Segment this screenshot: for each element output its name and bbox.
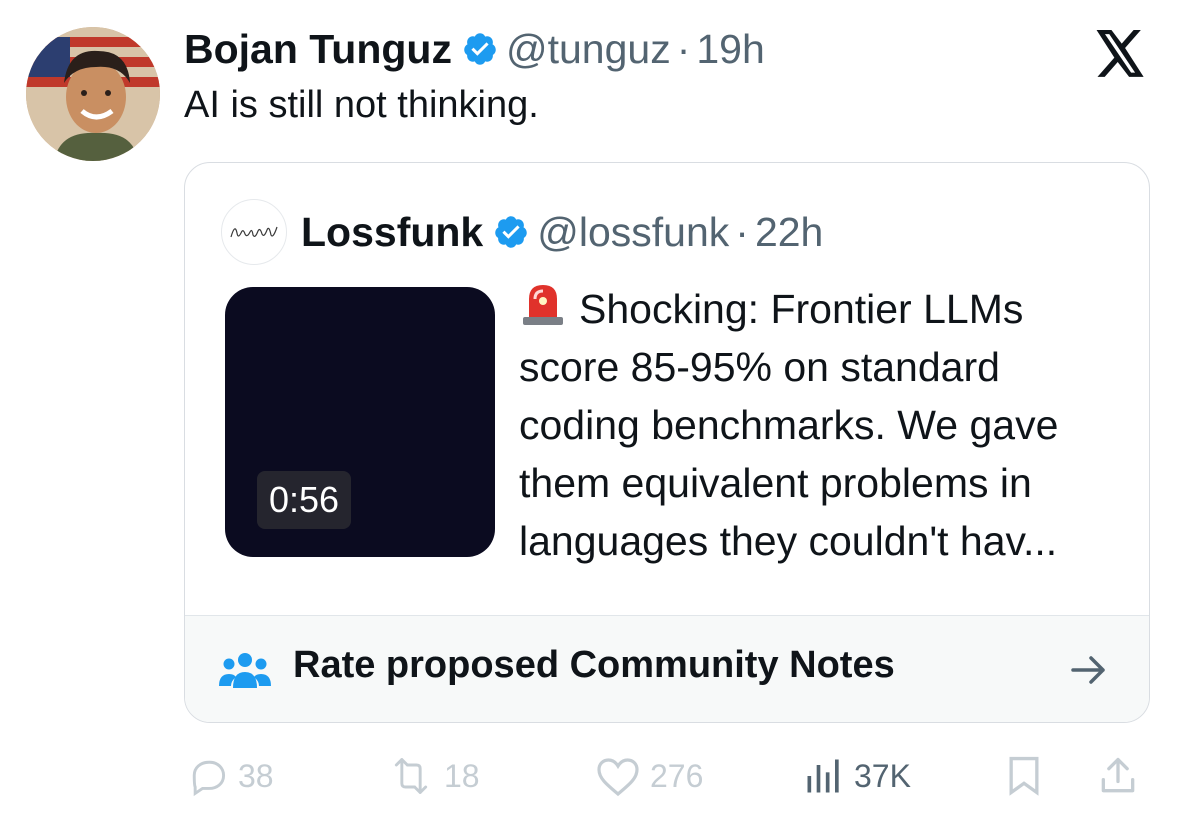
tweet-time[interactable]: 19h [696,26,764,73]
x-logo-icon [1096,30,1144,77]
reply-count: 38 [238,757,274,794]
video-thumbnail[interactable]: 0:56 [225,287,495,557]
views-button[interactable]: 37K [802,748,911,804]
community-icon [219,653,271,688]
quoted-author-avatar[interactable] [221,199,287,265]
author-handle[interactable]: @tunguz [506,26,671,73]
bookmark-button[interactable] [1004,748,1052,804]
lossfunk-logo-icon [230,226,278,238]
tweet-text: AI is still not thinking. [184,84,539,126]
repost-button[interactable]: 18 [386,748,480,804]
community-notes-bar[interactable]: Rate proposed Community Notes [185,615,1149,722]
separator-dot: · [735,208,749,255]
author-avatar[interactable] [26,27,160,161]
tweet-header: Bojan Tunguz @tunguz · 19h [184,24,765,74]
view-count: 37K [854,757,911,794]
verified-badge-icon [464,33,496,65]
community-notes-label: Rate proposed Community Notes [293,644,895,686]
reply-button[interactable]: 38 [186,748,274,804]
like-count: 276 [650,757,704,794]
quoted-tweet-body: Shocking: Frontier LLMs score 85-95% on … [519,286,1059,564]
quoted-tweet-header: Lossfunk @lossfunk · 22h [221,199,823,265]
quoted-author-handle[interactable]: @lossfunk [537,209,729,256]
views-icon [807,759,839,793]
repost-count: 18 [444,757,480,794]
verified-badge-icon [495,216,527,248]
quoted-tweet-time[interactable]: 22h [755,209,823,256]
reply-icon [192,760,226,797]
quoted-tweet-text: Shocking: Frontier LLMs score 85-95% on … [519,279,1119,570]
avatar-image [26,27,160,161]
share-button[interactable] [1096,748,1148,804]
tweet-actions: 38 18 276 37K [0,748,1179,804]
siren-emoji-icon [523,285,563,325]
share-icon [1101,757,1135,793]
author-name[interactable]: Bojan Tunguz [184,26,452,73]
video-duration: 0:56 [257,471,352,529]
arrow-right-icon [1071,656,1105,684]
repost-icon [394,758,428,794]
bookmark-icon [1009,756,1039,796]
quoted-tweet-card[interactable]: Lossfunk @lossfunk · 22h 0:56 Shocking: … [184,162,1150,723]
like-icon [597,758,639,797]
separator-dot: · [676,25,691,72]
quoted-author-name[interactable]: Lossfunk [301,209,483,256]
like-button[interactable]: 276 [594,748,703,804]
